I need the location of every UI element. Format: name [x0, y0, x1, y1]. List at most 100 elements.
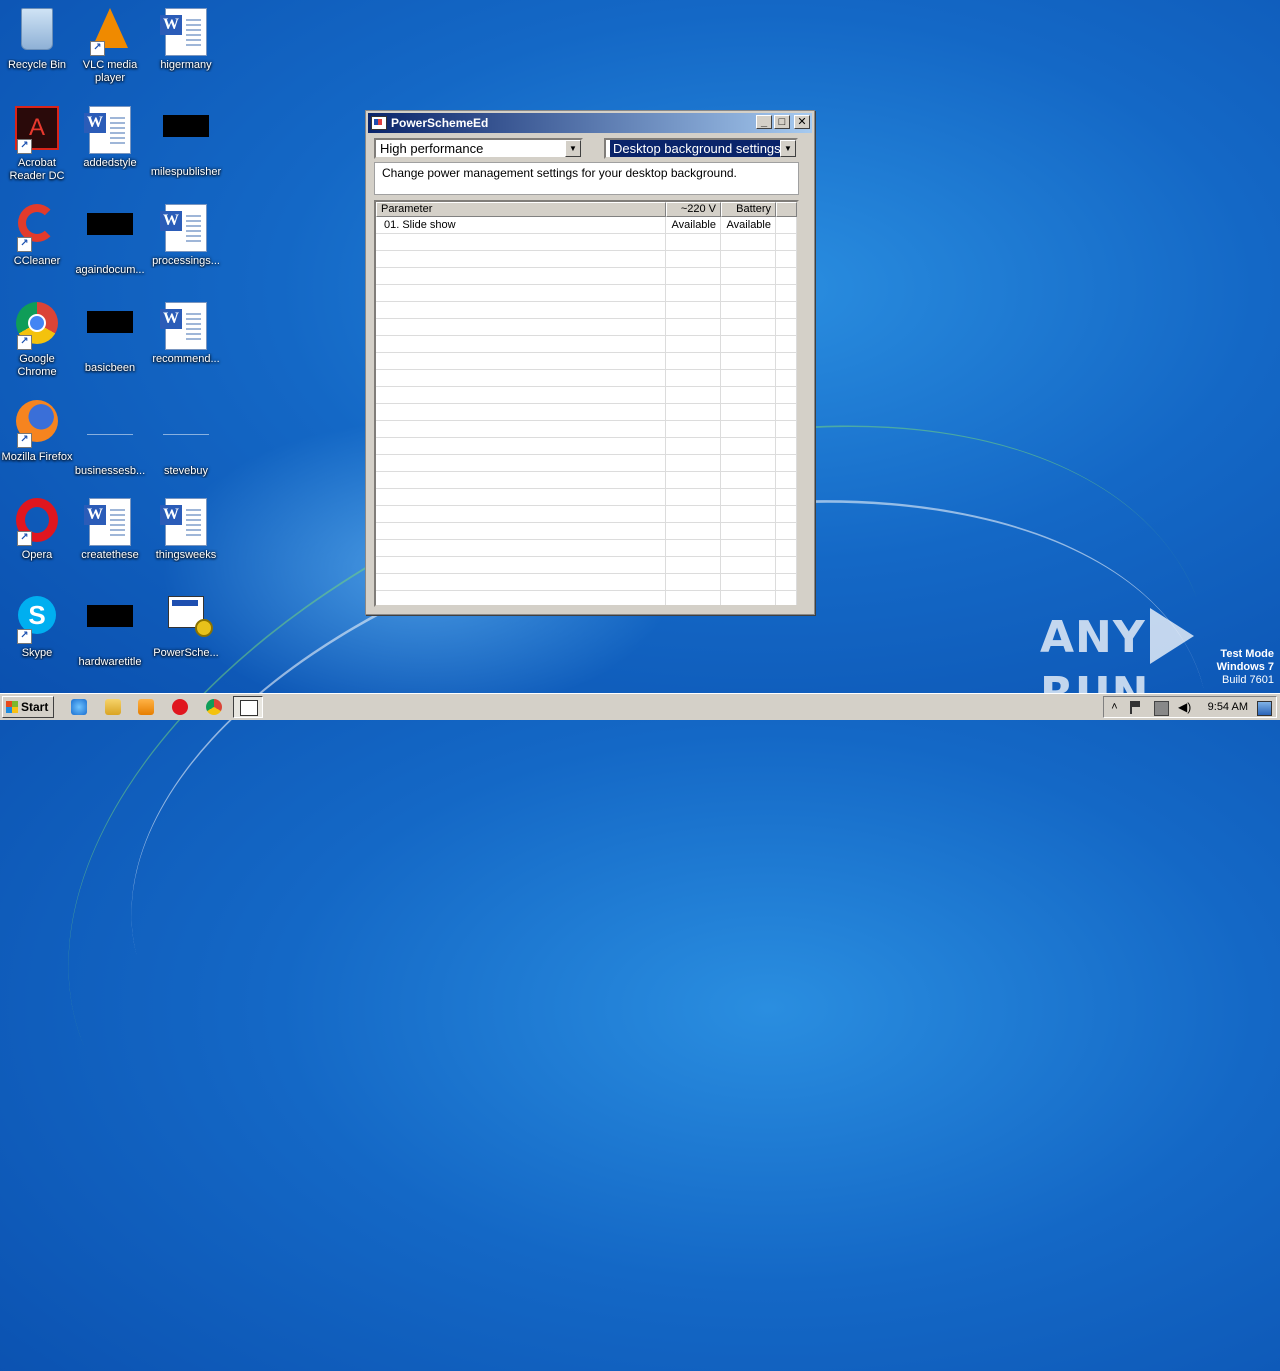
desktop-icon-label: addedstyle	[83, 157, 137, 169]
desktop-icon-addedstyle[interactable]: W addedstyle	[73, 102, 147, 192]
empty-cell	[776, 370, 797, 386]
empty-row	[376, 523, 797, 540]
word-document-icon: W	[160, 302, 210, 350]
desktop-icon-skype[interactable]: S ↗ Skype	[0, 592, 74, 682]
media-player-icon[interactable]	[138, 699, 154, 715]
empty-row	[376, 319, 797, 336]
desktop-icon-label: thingsweeks	[155, 549, 217, 561]
cell-ac[interactable]: Available	[666, 217, 721, 233]
column-header-parameter[interactable]: Parameter	[376, 202, 666, 217]
empty-row	[376, 302, 797, 319]
desktop-icon-label: Mozilla Firefox	[1, 451, 73, 463]
empty-cell	[666, 387, 721, 403]
desktop-icon-chrome[interactable]: ↗ Google Chrome	[0, 298, 74, 388]
desktop-icon-basicbeen[interactable]: basicbeen	[73, 298, 147, 388]
desktop-icon-businessesb[interactable]: businessesb...	[73, 396, 147, 486]
start-button[interactable]: Start	[2, 696, 54, 718]
power-scheme-select[interactable]: High performance ▼	[374, 138, 583, 159]
empty-cell	[376, 489, 666, 505]
desktop-icon-milespublisher[interactable]: milespublisher	[149, 102, 223, 192]
chevron-down-icon[interactable]: ▼	[780, 140, 796, 157]
close-button[interactable]: ✕	[794, 115, 810, 129]
window-title: PowerSchemeEd	[391, 116, 489, 130]
cell-battery[interactable]: Available	[721, 217, 776, 233]
empty-cell	[776, 353, 797, 369]
empty-cell	[666, 506, 721, 522]
empty-cell	[776, 319, 797, 335]
minimize-button[interactable]: _	[756, 115, 772, 129]
clock[interactable]: 9:54 AM	[1208, 701, 1248, 713]
setting-category-select[interactable]: Desktop background settings ▼	[604, 138, 798, 159]
column-header-ac[interactable]: ~220 V	[666, 202, 721, 217]
taskbar-powerschemeed-button[interactable]	[233, 696, 263, 718]
network-icon[interactable]	[1154, 701, 1169, 716]
empty-row	[376, 421, 797, 438]
empty-cell	[721, 234, 776, 250]
empty-cell	[666, 353, 721, 369]
desktop-icon-acrobat[interactable]: A ↗ Acrobat Reader DC	[0, 102, 74, 192]
desktop-icon-thingsweeks[interactable]: W thingsweeks	[149, 494, 223, 584]
empty-cell	[721, 370, 776, 386]
desktop-icon-label: Skype	[21, 647, 53, 659]
desktop-icon-opera[interactable]: ↗ Opera	[0, 494, 74, 584]
settings-grid[interactable]: Parameter ~220 V Battery 01. Slide show …	[374, 200, 799, 607]
opera-icon[interactable]	[172, 699, 188, 715]
empty-cell	[666, 591, 721, 605]
volume-icon[interactable]: ◀)	[1178, 701, 1191, 714]
desktop-icon-firefox[interactable]: ↗ Mozilla Firefox	[0, 396, 74, 486]
empty-row	[376, 455, 797, 472]
empty-rows	[376, 234, 797, 605]
test-mode-line1: Test Mode	[1220, 648, 1274, 660]
empty-cell	[776, 557, 797, 573]
column-header-battery[interactable]: Battery	[721, 202, 776, 217]
chrome-icon: ↗	[13, 302, 61, 350]
internet-explorer-icon[interactable]	[71, 699, 87, 715]
empty-cell	[721, 523, 776, 539]
desktop-icon-recommend[interactable]: W recommend...	[149, 298, 223, 388]
file-explorer-icon[interactable]	[105, 699, 121, 715]
empty-cell	[776, 523, 797, 539]
desktop-icon-stevebuy[interactable]: stevebuy	[149, 396, 223, 486]
window-titlebar[interactable]: PowerSchemeEd _ □ ✕	[368, 113, 812, 133]
table-row[interactable]: 01. Slide show Available Available	[376, 217, 797, 234]
empty-cell	[666, 370, 721, 386]
empty-cell	[376, 319, 666, 335]
chevron-up-icon[interactable]: ˄	[1108, 701, 1121, 714]
show-desktop-icon[interactable]	[1257, 701, 1272, 716]
action-center-flag-icon[interactable]	[1130, 701, 1140, 714]
empty-cell	[666, 438, 721, 454]
desktop-icon-hardwaretitle[interactable]: hardwaretitle	[73, 592, 147, 682]
desktop-icon-label: Opera	[21, 549, 53, 561]
skype-icon: S ↗	[13, 596, 61, 644]
powerschemeed-app-icon	[240, 700, 258, 716]
empty-row	[376, 336, 797, 353]
desktop-icon-againdocum[interactable]: againdocum...	[73, 200, 147, 290]
desktop-icon-createthese[interactable]: W createthese	[73, 494, 147, 584]
empty-cell	[776, 540, 797, 556]
desktop-icon-ccleaner[interactable]: ↗ CCleaner	[0, 200, 74, 290]
desktop-icon-label: PowerSche...	[153, 647, 219, 659]
empty-cell	[776, 438, 797, 454]
empty-cell	[666, 285, 721, 301]
desktop-icon-vlc[interactable]: ↗ VLC media player	[73, 4, 147, 94]
desktop-icon-powerschemeed[interactable]: PowerSche...	[149, 592, 223, 682]
empty-cell	[376, 523, 666, 539]
empty-cell	[376, 557, 666, 573]
desktop-icon-processings[interactable]: W processings...	[149, 200, 223, 290]
desktop-icon-label: businessesb...	[74, 465, 146, 477]
empty-cell	[721, 387, 776, 403]
empty-row	[376, 353, 797, 370]
maximize-button[interactable]: □	[774, 115, 790, 129]
empty-cell	[376, 336, 666, 352]
chevron-down-icon[interactable]: ▼	[565, 140, 581, 157]
desktop-icon-higermany[interactable]: W higermany	[149, 4, 223, 94]
empty-row	[376, 540, 797, 557]
empty-cell	[666, 540, 721, 556]
empty-cell	[776, 455, 797, 471]
powerschemeed-window[interactable]: PowerSchemeEd _ □ ✕ High performance ▼ D…	[365, 110, 815, 615]
empty-cell	[376, 370, 666, 386]
chrome-icon[interactable]	[206, 699, 222, 715]
desktop-icon-recycle-bin[interactable]: Recycle Bin	[0, 4, 74, 94]
empty-cell	[776, 302, 797, 318]
empty-cell	[721, 353, 776, 369]
